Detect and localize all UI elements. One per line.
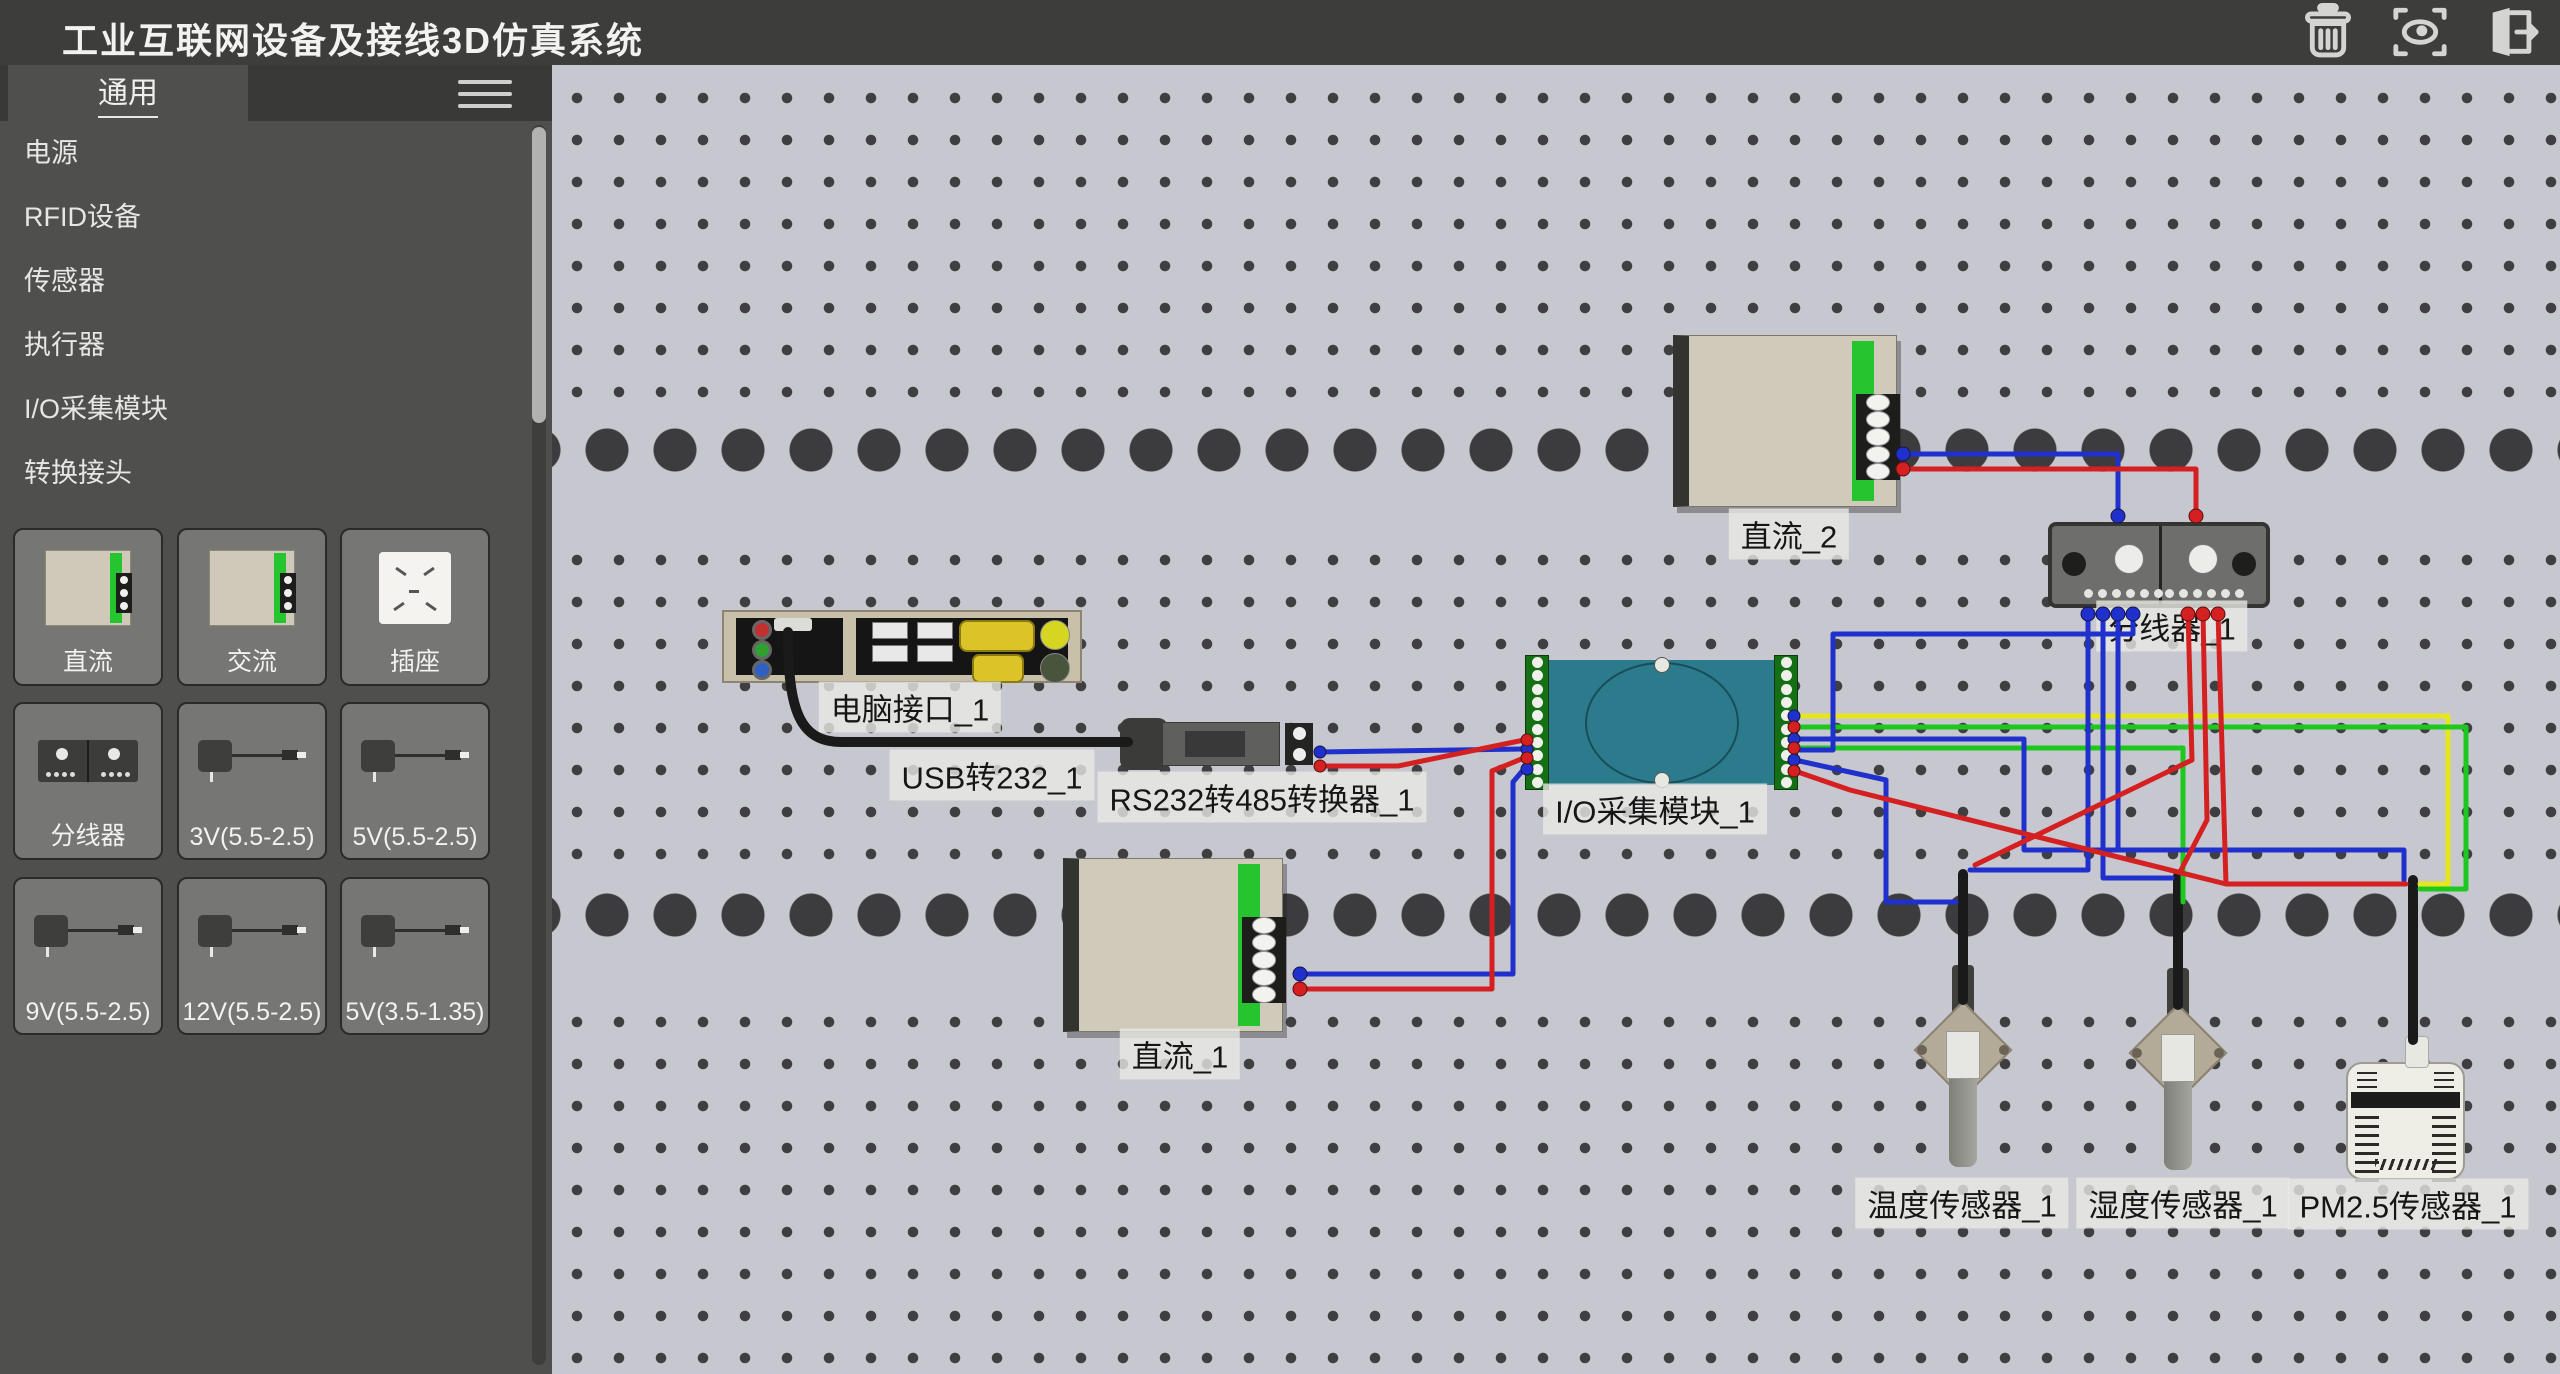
power-adapter-icon [196,907,308,967]
device-label: 直流_1 [1120,1029,1240,1080]
usb-port [917,645,953,662]
toolbar [2296,3,2544,61]
ac-power-icon [209,550,295,626]
device-label: 湿度传感器_1 [2076,1178,2289,1229]
audio-jack-green [752,640,772,660]
device-label: 直流_2 [1729,509,1849,560]
usb-port [774,618,812,631]
usb-port [917,622,953,639]
tab-general[interactable]: 通用 [8,65,248,121]
usb-port [872,622,908,639]
terminal-block [1285,723,1313,765]
device-label: RS232转485转换器_1 [1098,772,1427,823]
category-item-adapter[interactable]: 转换接头 [0,441,530,505]
round-connector [1040,620,1070,650]
category-item-actuator[interactable]: 执行器 [0,313,530,377]
palette-card-socket[interactable]: 插座 [340,528,490,686]
palette-card-splitter[interactable]: 分线器 [13,702,163,860]
power-adapter-icon [32,907,144,967]
app-title: 工业互联网设备及接线3D仿真系统 [62,12,644,64]
palette-card-5v[interactable]: 5V(5.5-2.5) [340,702,490,860]
device-dc-power-1[interactable] [1063,858,1283,1032]
power-adapter-icon [359,907,471,967]
device-label: 温度传感器_1 [1855,1178,2068,1229]
terminal-strip-left [1525,655,1549,790]
palette-card-3v[interactable]: 3V(5.5-2.5) [177,702,327,860]
category-item-sensor[interactable]: 传感器 [0,249,530,313]
splitter-icon [38,740,138,782]
sidebar-scrollbar-thumb[interactable] [532,127,546,423]
audio-jack-blue [752,660,772,680]
socket-icon [379,552,451,624]
titlebar: 工业互联网设备及接线3D仿真系统 [0,0,2560,65]
category-item-io-module[interactable]: I/O采集模块 [0,377,530,441]
device-temperature-sensor[interactable] [1913,965,2013,1170]
sidebar: 通用 电源 RFID设备 传感器 执行器 I/O采集模块 转换接头 直流 交流 … [0,65,552,1374]
audio-jack-red [752,620,772,640]
usb-port [872,645,908,662]
power-adapter-icon [196,732,308,792]
category-item-rfid[interactable]: RFID设备 [0,185,530,249]
preview-eye-icon[interactable] [2388,3,2452,61]
device-label: I/O采集模块_1 [1543,784,1767,835]
device-label: USB转232_1 [890,750,1095,801]
palette-card-5v-small[interactable]: 5V(3.5-1.35) [340,877,490,1035]
device-rs232-485-converter[interactable] [1120,718,1313,770]
device-humidity-sensor[interactable] [2128,968,2228,1173]
dc-power-icon [45,550,131,626]
palette-card-ac[interactable]: 交流 [177,528,327,686]
device-splitter[interactable] [2048,522,2270,608]
palette-card-dc[interactable]: 直流 [13,528,163,686]
exit-icon[interactable] [2480,3,2544,61]
device-palette: 直流 交流 插座 分线器 3V(5.5-2.5) 5V(5.5-2.5) [0,528,536,1374]
device-label: 电脑接口_1 [819,682,1001,733]
terminal-block [1242,917,1286,1003]
round-connector [1040,653,1070,683]
serial-port-db9 [972,654,1024,683]
pegboard-hole-row [552,863,2560,1011]
palette-card-9v[interactable]: 9V(5.5-2.5) [13,877,163,1035]
hamburger-icon[interactable] [458,80,512,108]
palette-card-12v[interactable]: 12V(5.5-2.5) [177,877,327,1035]
terminal-block [1856,394,1900,480]
simulation-canvas[interactable]: 直流_2 电脑接口_1 USB转232_1 RS232转485转换器_1 I/O… [552,65,2560,1374]
device-label: PM2.5传感器_1 [2287,1179,2528,1230]
serial-port-db25 [959,620,1035,652]
terminal-strip-right [1774,655,1798,790]
power-adapter-icon [359,732,471,792]
device-io-module[interactable] [1525,655,1798,790]
device-computer-interface[interactable] [722,610,1082,683]
device-dc-power-2[interactable] [1673,335,1897,507]
device-label: 分线器_1 [2096,601,2247,652]
device-pm25-sensor[interactable] [2346,1062,2465,1180]
trash-icon[interactable] [2296,3,2360,61]
tab-strip: 通用 [0,65,552,121]
category-item-power[interactable]: 电源 [0,121,530,185]
category-menu: 电源 RFID设备 传感器 执行器 I/O采集模块 转换接头 [0,121,530,505]
